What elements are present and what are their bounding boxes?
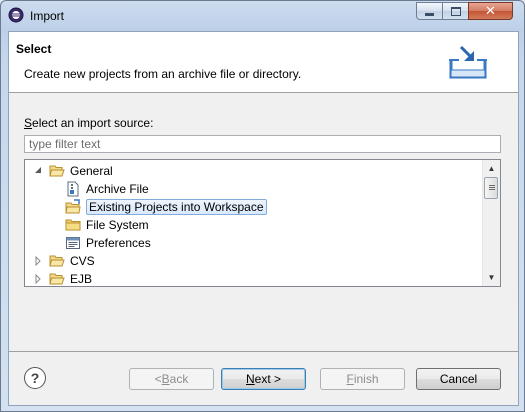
finish-button[interactable]: Finish xyxy=(320,368,405,390)
back-button-accel: B xyxy=(161,372,170,386)
tree-item-archive-file[interactable]: Archive File xyxy=(65,180,149,198)
import-source-tree[interactable]: General Archive File Existing Projects i… xyxy=(24,159,501,287)
scroll-down-arrow-icon[interactable]: ▼ xyxy=(483,269,500,286)
collapsed-arrow-icon[interactable] xyxy=(33,256,43,266)
window-title: Import xyxy=(30,9,65,23)
folder-icon xyxy=(65,219,81,231)
import-source-label: Select an import source: xyxy=(24,116,153,130)
next-button[interactable]: Next > xyxy=(221,368,306,390)
existing-projects-icon xyxy=(65,199,81,214)
scroll-up-arrow-icon[interactable]: ▲ xyxy=(483,160,500,177)
help-icon[interactable]: ? xyxy=(24,367,46,389)
maximize-button[interactable] xyxy=(442,2,469,20)
close-button[interactable]: ✕ xyxy=(468,2,513,20)
collapsed-arrow-icon[interactable] xyxy=(33,274,43,284)
grip-line xyxy=(489,187,495,188)
tree-item-label: Preferences xyxy=(86,236,151,250)
folder-icon xyxy=(49,255,65,267)
finish-button-accel: F xyxy=(346,372,354,386)
back-button[interactable]: < Back xyxy=(129,368,214,390)
tree-item-cvs[interactable]: CVS xyxy=(33,252,95,270)
tree-item-label: CVS xyxy=(70,254,95,268)
import-source-label-accel: S xyxy=(24,116,33,130)
button-bar-separator xyxy=(9,351,518,352)
next-button-accel: N xyxy=(245,372,255,386)
cancel-button[interactable]: Cancel xyxy=(416,368,501,390)
tree-item-label: Archive File xyxy=(86,182,149,196)
title-bar: Import ✕ xyxy=(1,1,524,31)
back-button-rest: ack xyxy=(169,372,189,386)
expanded-arrow-icon[interactable] xyxy=(33,166,43,176)
finish-button-rest: inish xyxy=(353,372,379,386)
dialog-client-area: Select Create new projects from an archi… xyxy=(8,31,519,406)
tree-item-label: General xyxy=(70,164,113,178)
page-title: Select xyxy=(16,42,52,56)
grip-line xyxy=(489,189,495,190)
archive-file-icon xyxy=(67,181,79,197)
wizard-header: Select Create new projects from an archi… xyxy=(9,32,518,93)
tree-item-label: EJB xyxy=(70,272,93,286)
minimize-button[interactable] xyxy=(416,2,443,20)
minimize-icon xyxy=(425,12,434,16)
import-source-label-rest: elect an import source: xyxy=(32,116,154,130)
tree-item-general[interactable]: General xyxy=(33,162,113,180)
filter-input[interactable] xyxy=(24,135,501,153)
back-button-prefix: < xyxy=(154,372,162,386)
tree-item-label: File System xyxy=(86,218,149,232)
tree-item-label-selected: Existing Projects into Workspace xyxy=(86,199,267,215)
maximize-icon xyxy=(450,6,461,16)
page-description: Create new projects from an archive file… xyxy=(24,67,302,81)
grip-line xyxy=(489,185,495,186)
close-icon: ✕ xyxy=(485,3,496,18)
tree-item-file-system[interactable]: File System xyxy=(65,216,149,234)
preferences-icon xyxy=(66,237,80,249)
tree-item-preferences[interactable]: Preferences xyxy=(65,234,151,252)
import-dialog: Import ✕ Select Create new projects from… xyxy=(0,0,525,412)
folder-icon xyxy=(49,273,65,285)
import-banner-icon xyxy=(449,45,487,79)
scrollbar-thumb[interactable] xyxy=(484,177,498,199)
next-button-rest: ext > xyxy=(254,372,282,386)
tree-vertical-scrollbar[interactable]: ▲ ▼ xyxy=(482,160,500,286)
tree-item-ejb[interactable]: EJB xyxy=(33,270,93,286)
eclipse-app-icon xyxy=(8,7,24,23)
folder-open-icon xyxy=(49,165,65,177)
tree-item-existing-projects[interactable]: Existing Projects into Workspace xyxy=(65,198,267,216)
